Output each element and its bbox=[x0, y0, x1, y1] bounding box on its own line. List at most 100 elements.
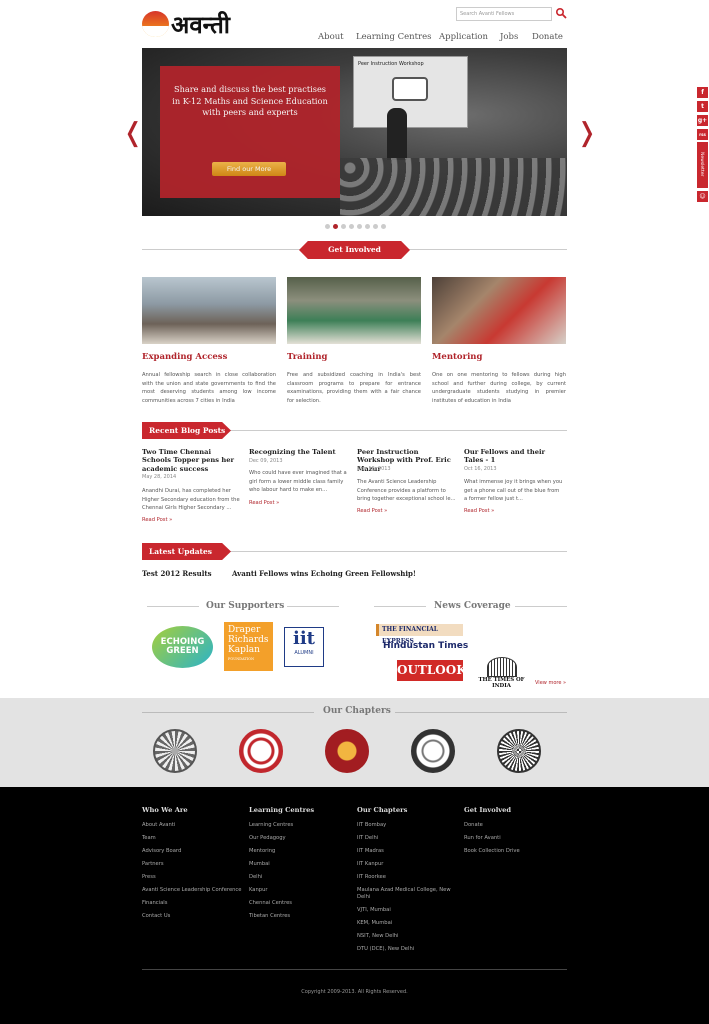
expanding-access-image[interactable] bbox=[142, 277, 276, 344]
iit-mark: iit bbox=[293, 628, 315, 649]
footer-link[interactable]: IIT Kanpur bbox=[357, 861, 457, 868]
footer-link[interactable]: Delhi bbox=[249, 874, 349, 881]
outlook-logo[interactable]: OUTLOOK bbox=[397, 660, 467, 681]
iit-roorkee-seal-icon[interactable] bbox=[497, 729, 541, 773]
footer-link[interactable]: Tibetan Centres bbox=[249, 913, 349, 920]
footer-column-our-chapters: IIT Bombay IIT Delhi IIT Madras IIT Kanpur I… bbox=[357, 822, 457, 959]
financial-express-logo[interactable]: THE FINANCIAL EXPRESS bbox=[376, 624, 463, 645]
footer-link[interactable]: Our Pedagogy bbox=[249, 835, 349, 842]
footer-link[interactable]: Avanti Science Leadership Conference bbox=[142, 887, 242, 894]
view-more-link[interactable]: View more » bbox=[535, 680, 566, 686]
newsletter-label: Newsletter bbox=[699, 152, 704, 177]
card-title-mentoring[interactable]: Mentoring bbox=[432, 352, 482, 362]
footer-link[interactable]: Learning Centres bbox=[249, 822, 349, 829]
iit-kanpur-seal-icon[interactable] bbox=[411, 729, 455, 773]
read-post-link[interactable]: Read Post » bbox=[464, 508, 494, 514]
footer-link[interactable]: Financials bbox=[142, 900, 242, 907]
nav-jobs[interactable]: Jobs bbox=[500, 32, 518, 42]
footer-link[interactable]: NSIT, New Delhi bbox=[357, 933, 457, 940]
latest-updates-heading: Latest Updates bbox=[142, 543, 231, 560]
footer-link[interactable]: Chennai Centres bbox=[249, 900, 349, 907]
iit-alumni-logo[interactable]: iit ALUMNI bbox=[284, 627, 324, 667]
iit-bombay-seal-icon[interactable] bbox=[153, 729, 197, 773]
hindustan-times-logo[interactable]: Hindustan Times bbox=[383, 641, 468, 651]
footer-link[interactable]: Book Collection Drive bbox=[464, 848, 564, 855]
footer-link[interactable]: Run for Avanti bbox=[464, 835, 564, 842]
footer-link[interactable]: Mumbai bbox=[249, 861, 349, 868]
slider-dot[interactable] bbox=[357, 224, 362, 229]
footer-link[interactable]: IIT Bombay bbox=[357, 822, 457, 829]
read-post-link[interactable]: Read Post » bbox=[249, 500, 279, 506]
read-post-link[interactable]: Read Post » bbox=[142, 517, 172, 523]
community-icon[interactable]: ☺ bbox=[697, 191, 708, 202]
card-title-training[interactable]: Training bbox=[287, 352, 327, 362]
search-input[interactable]: Search Avanti Fellows bbox=[456, 7, 552, 21]
slider-prev-arrow-icon[interactable]: ❬ bbox=[122, 118, 144, 148]
iit-delhi-seal-icon[interactable] bbox=[239, 729, 283, 773]
divider bbox=[374, 606, 426, 607]
nav-application[interactable]: Application bbox=[439, 32, 488, 42]
logo-sun-icon[interactable] bbox=[142, 11, 169, 37]
slider-next-arrow-icon[interactable]: ❭ bbox=[576, 118, 598, 148]
card-title-expanding-access[interactable]: Expanding Access bbox=[142, 352, 227, 362]
slider-dots bbox=[325, 224, 386, 229]
footer-column-get-involved: Donate Run for Avanti Book Collection Driv… bbox=[464, 822, 564, 861]
footer-link[interactable]: Maulana Azad Medical College, New Delhi bbox=[357, 887, 457, 900]
card-text-expanding-access: Annual fellowship search in close collab… bbox=[142, 372, 276, 404]
footer-link[interactable]: About Avanti bbox=[142, 822, 242, 829]
facebook-icon[interactable]: f bbox=[697, 87, 708, 98]
blog-post-date: Oct 16, 2013 bbox=[464, 466, 497, 472]
training-image[interactable] bbox=[287, 277, 421, 344]
logo-text[interactable]: अवन्ती bbox=[171, 8, 230, 41]
times-of-india-logo[interactable]: THE TIMES OF INDIA bbox=[470, 657, 533, 689]
blog-post-title[interactable]: Recognizing the Talent bbox=[249, 448, 347, 456]
blog-post-excerpt: The Avanti Science Leadership Conference… bbox=[357, 479, 456, 502]
footer-link[interactable]: Team bbox=[142, 835, 242, 842]
footer-link[interactable]: IIT Roorkee bbox=[357, 874, 457, 881]
footer-link[interactable]: KEM, Mumbai bbox=[357, 920, 457, 927]
slider-dot[interactable] bbox=[365, 224, 370, 229]
mentoring-image[interactable] bbox=[432, 277, 566, 344]
update-item[interactable]: Test 2012 Results bbox=[142, 569, 212, 578]
slider-dot[interactable] bbox=[349, 224, 354, 229]
slider-dot[interactable] bbox=[333, 224, 338, 229]
nav-about[interactable]: About bbox=[318, 32, 344, 42]
echoing-green-logo[interactable]: ECHOING GREEN bbox=[152, 626, 213, 668]
slider-dot[interactable] bbox=[341, 224, 346, 229]
footer-link[interactable]: IIT Delhi bbox=[357, 835, 457, 842]
slider-dot[interactable] bbox=[381, 224, 386, 229]
twitter-icon[interactable]: t bbox=[697, 101, 708, 112]
iit-madras-seal-icon[interactable] bbox=[325, 729, 369, 773]
google-plus-icon[interactable]: g+ bbox=[697, 115, 708, 126]
newsletter-tab[interactable]: Newsletter bbox=[697, 142, 708, 188]
footer-link[interactable]: Mentoring bbox=[249, 848, 349, 855]
footer-link[interactable]: VJTI, Mumbai bbox=[357, 907, 457, 914]
search-icon[interactable] bbox=[555, 7, 567, 19]
presenter-figure bbox=[387, 108, 407, 160]
blog-post-date: Dec 09, 2013 bbox=[249, 458, 283, 464]
find-out-more-button[interactable]: Find our More bbox=[212, 162, 286, 176]
footer-heading: Get Involved bbox=[464, 806, 512, 814]
footer-link[interactable]: IIT Madras bbox=[357, 848, 457, 855]
footer-link[interactable]: Kanpur bbox=[249, 887, 349, 894]
nav-donate[interactable]: Donate bbox=[532, 32, 563, 42]
footer-link[interactable]: Advisory Board bbox=[142, 848, 242, 855]
slider-dot[interactable] bbox=[373, 224, 378, 229]
slider-dot[interactable] bbox=[325, 224, 330, 229]
hero-slider: Peer Instruction Workshop Share and disc… bbox=[142, 48, 567, 216]
update-item[interactable]: Avanti Fellows wins Echoing Green Fellow… bbox=[232, 569, 416, 578]
phone-illustration bbox=[392, 77, 428, 101]
blog-post-title[interactable]: Our Fellows and their Tales - 1 bbox=[464, 448, 562, 465]
draper-richards-kaplan-logo[interactable]: Draper Richards Kaplan FOUNDATION bbox=[224, 622, 273, 671]
footer-link[interactable]: Donate bbox=[464, 822, 564, 829]
footer-link[interactable]: DTU (DCE), New Delhi bbox=[357, 946, 457, 953]
read-post-link[interactable]: Read Post » bbox=[357, 508, 387, 514]
hero-headline: Share and discuss the best practises in … bbox=[172, 84, 328, 117]
footer-link[interactable]: Partners bbox=[142, 861, 242, 868]
nav-learning-centres[interactable]: Learning Centres bbox=[356, 32, 432, 42]
footer-link[interactable]: Press bbox=[142, 874, 242, 881]
rss-icon[interactable]: rss bbox=[697, 129, 708, 140]
footer-link[interactable]: Contact Us bbox=[142, 913, 242, 920]
footer-heading: Learning Centres bbox=[249, 806, 315, 814]
blog-post-title[interactable]: Two Time Chennai Schools Topper pens her… bbox=[142, 448, 240, 473]
